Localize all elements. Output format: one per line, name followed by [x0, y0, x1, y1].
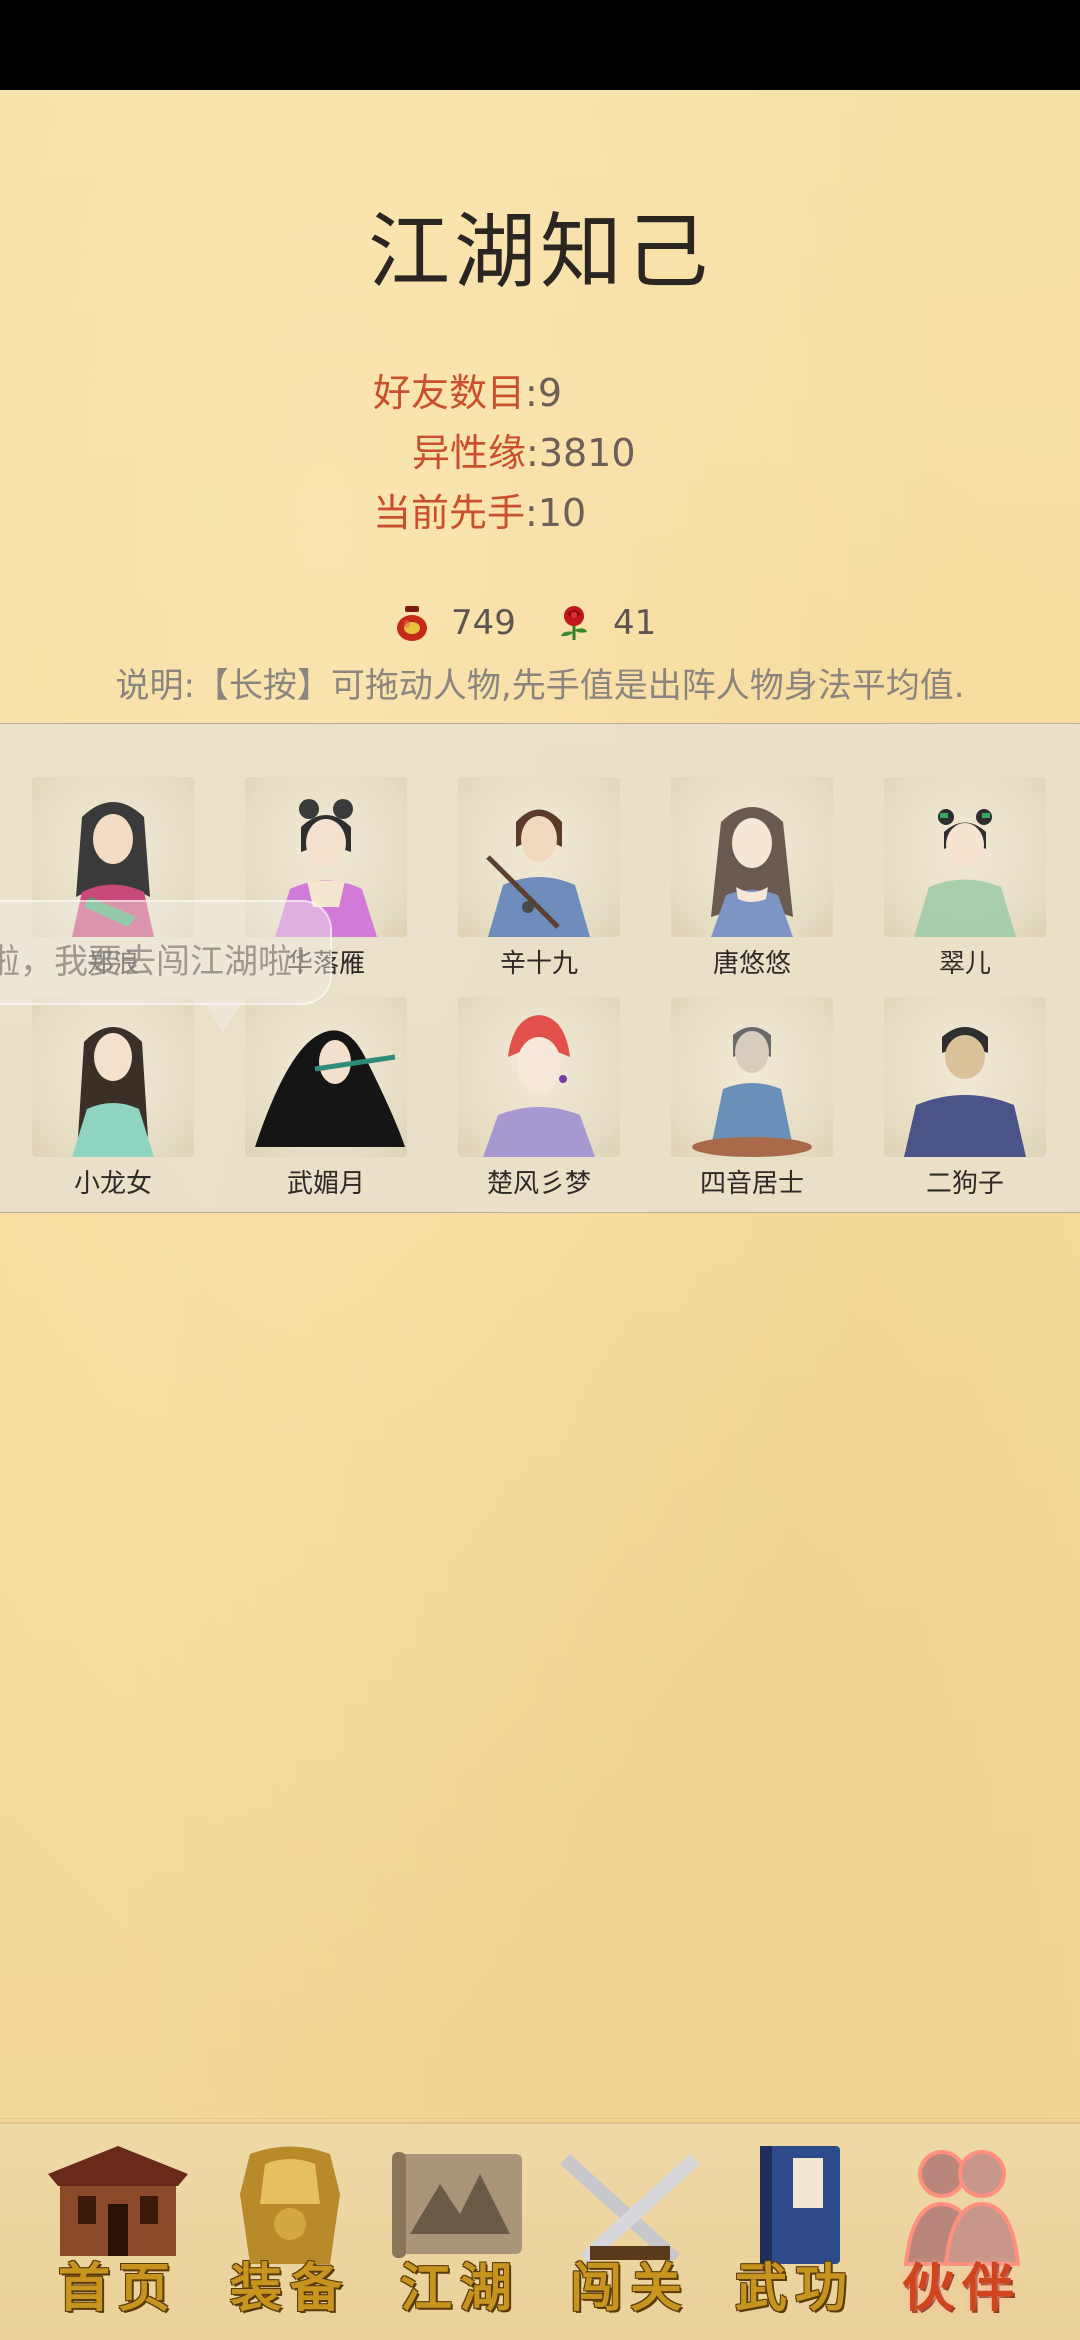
character-card-xiao-longnv[interactable]: 小龙女: [32, 997, 194, 1199]
stat-label: 当前先手: [373, 491, 526, 535]
rose-count: 41: [613, 603, 657, 643]
character-card-cui-er[interactable]: 翠儿: [884, 777, 1046, 979]
character-portrait: [884, 777, 1046, 937]
character-portrait: [884, 997, 1046, 1157]
status-bar: [0, 0, 1080, 90]
character-portrait: [671, 777, 833, 937]
stat-value: 3810: [538, 431, 636, 475]
character-portrait: [458, 997, 620, 1157]
nav-divider: [0, 2118, 1080, 2119]
character-portrait: [32, 997, 194, 1157]
wine-count: 749: [451, 603, 516, 643]
character-card-tang-youyou[interactable]: 唐悠悠: [671, 777, 833, 979]
nav-challenge[interactable]: 闯关: [550, 2134, 710, 2334]
nav-label: 装备: [229, 2258, 350, 2319]
character-card-xin-shijiu[interactable]: 辛十九: [458, 777, 620, 979]
instruction-note: 说明:【长按】可拖动人物,先手值是出阵人物身法平均值.: [115, 666, 965, 706]
resource-rose: 41: [557, 598, 656, 648]
stat-opposite-sex-affinity: 异性缘:3810: [412, 431, 636, 475]
resource-row: 749 41: [0, 598, 1080, 648]
nav-martial-arts[interactable]: 武功: [715, 2134, 875, 2334]
nav-label: 江湖: [399, 2258, 520, 2319]
stat-friend-count: 好友数目:9: [373, 371, 563, 415]
stat-label: 异性缘: [412, 431, 527, 475]
nav-label: 伙伴: [901, 2258, 1022, 2319]
character-name: 楚风彡梦: [486, 1169, 591, 1199]
rose-icon: [561, 606, 587, 640]
stat-label: 好友数目: [373, 371, 526, 415]
nav-companions[interactable]: 伙伴: [882, 2134, 1042, 2334]
stat-initiative: 当前先手:10: [373, 491, 587, 535]
wine-jar-icon: [397, 606, 427, 641]
nav-label: 武功: [734, 2258, 855, 2319]
character-name: 二狗子: [925, 1169, 1004, 1199]
speech-bubble-tail: [205, 1003, 241, 1033]
nav-home[interactable]: 首页: [38, 2134, 198, 2334]
nav-jianghu[interactable]: 江湖: [380, 2134, 540, 2334]
character-name: 武媚月: [286, 1169, 365, 1199]
character-portrait: [458, 777, 620, 937]
character-portrait: [245, 997, 407, 1157]
bottom-nav: 首页 装备 江湖 闯关 武功 伙伴: [0, 2122, 1080, 2340]
character-portrait: [671, 997, 833, 1157]
character-name: 小龙女: [73, 1169, 152, 1199]
resource-wine: 749: [395, 598, 516, 648]
character-card-wu-meiyue[interactable]: 武媚月: [245, 997, 407, 1199]
nav-label: 闯关: [569, 2258, 690, 2319]
stat-value: 10: [537, 491, 587, 535]
character-name: 辛十九: [499, 949, 578, 979]
character-card-siyin-jushi[interactable]: 四音居士: [671, 997, 833, 1199]
character-name: 翠儿: [938, 949, 991, 979]
character-card-er-gouzi[interactable]: 二狗子: [884, 997, 1046, 1199]
nav-equipment[interactable]: 装备: [210, 2134, 370, 2334]
nav-label: 首页: [57, 2258, 178, 2319]
stat-value: 9: [537, 371, 563, 415]
speech-bubble: 啦，我要去闯江湖啦！: [0, 900, 332, 1005]
character-name: 唐悠悠: [712, 949, 791, 979]
character-card-chufeng-meng[interactable]: 楚风彡梦: [458, 997, 620, 1199]
character-name: 四音居士: [699, 1169, 804, 1199]
page-title: 江湖知己: [367, 205, 712, 300]
